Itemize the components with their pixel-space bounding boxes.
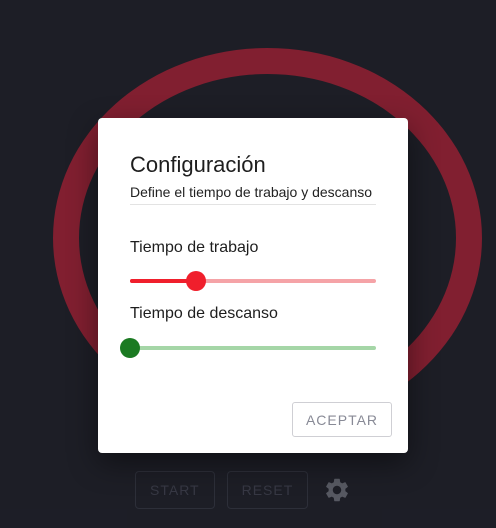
rest-time-label: Tiempo de descanso [130, 305, 278, 322]
settings-dialog: Configuración Define el tiempo de trabaj… [98, 118, 408, 453]
dialog-title: Configuración [130, 152, 266, 177]
accept-button[interactable]: ACEPTAR [292, 402, 392, 437]
rest-time-slider[interactable] [120, 336, 376, 360]
work-time-slider[interactable] [130, 269, 376, 293]
work-time-slider-thumb[interactable] [186, 271, 207, 291]
dialog-subtitle: Define el tiempo de trabajo y descanso [130, 184, 373, 200]
rest-time-slider-rail [130, 346, 376, 350]
work-time-label: Tiempo de trabajo [130, 239, 259, 256]
dialog-divider [130, 204, 376, 205]
rest-time-slider-thumb[interactable] [120, 338, 140, 358]
app-background: START RESET Configuración Define el tiem… [0, 0, 496, 528]
